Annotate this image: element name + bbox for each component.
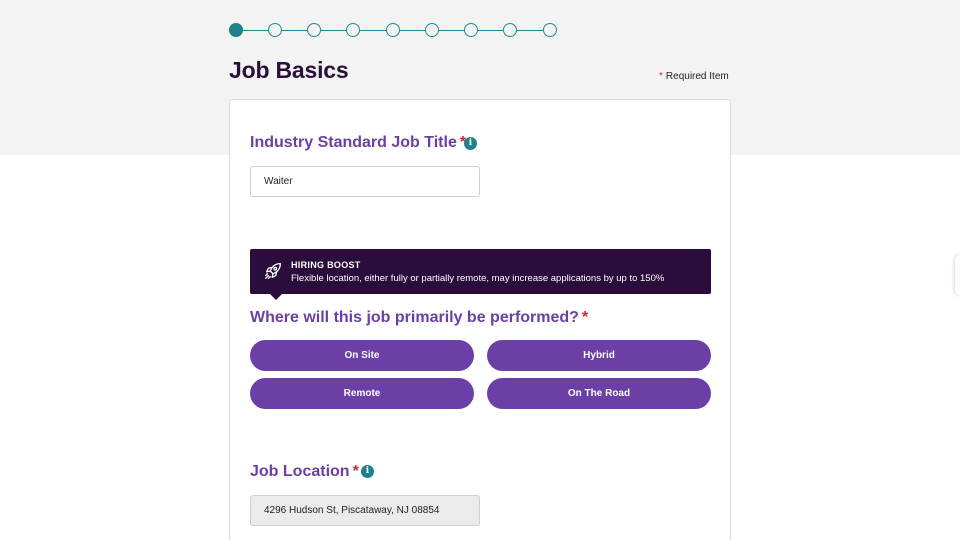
work-location-label: Where will this job primarily be perform… [250, 309, 588, 327]
required-star: * [659, 71, 663, 82]
hiring-boost-title: HIRING BOOST [291, 260, 361, 270]
job-location-label: Job Location * [250, 463, 359, 481]
step-2-dot [268, 23, 282, 37]
step-1-dot [229, 23, 243, 37]
rocket-icon [265, 263, 281, 279]
hybrid-button[interactable]: Hybrid [487, 340, 711, 371]
progress-stepper [229, 23, 557, 37]
required-star: * [581, 309, 589, 326]
remote-button[interactable]: Remote [250, 378, 474, 409]
required-star: * [352, 463, 359, 480]
job-title-input[interactable] [250, 166, 480, 197]
hiring-boost-text: Flexible location, either fully or parti… [291, 273, 665, 284]
on-the-road-button[interactable]: On The Road [487, 378, 711, 409]
step-5-dot [386, 23, 400, 37]
job-title-label: Industry Standard Job Title * [250, 134, 466, 152]
step-7-dot [464, 23, 478, 37]
work-location-label-text: Where will this job primarily be perform… [250, 309, 579, 326]
info-icon[interactable]: i [464, 137, 477, 150]
page-title: Job Basics [229, 57, 349, 83]
step-3-dot [307, 23, 321, 37]
step-6-dot [425, 23, 439, 37]
side-drawer-handle[interactable] [955, 255, 960, 295]
required-item-note: * Required Item [659, 71, 729, 82]
job-location-label-text: Job Location [250, 463, 350, 480]
info-icon[interactable]: i [361, 465, 374, 478]
required-note-text: Required Item [665, 71, 729, 82]
hiring-boost-banner: HIRING BOOST Flexible location, either f… [250, 249, 711, 300]
banner-caret [270, 294, 282, 300]
step-4-dot [346, 23, 360, 37]
job-title-label-text: Industry Standard Job Title [250, 134, 457, 151]
job-location-input[interactable] [250, 495, 480, 526]
on-site-button[interactable]: On Site [250, 340, 474, 371]
step-8-dot [503, 23, 517, 37]
step-9-dot [543, 23, 557, 37]
